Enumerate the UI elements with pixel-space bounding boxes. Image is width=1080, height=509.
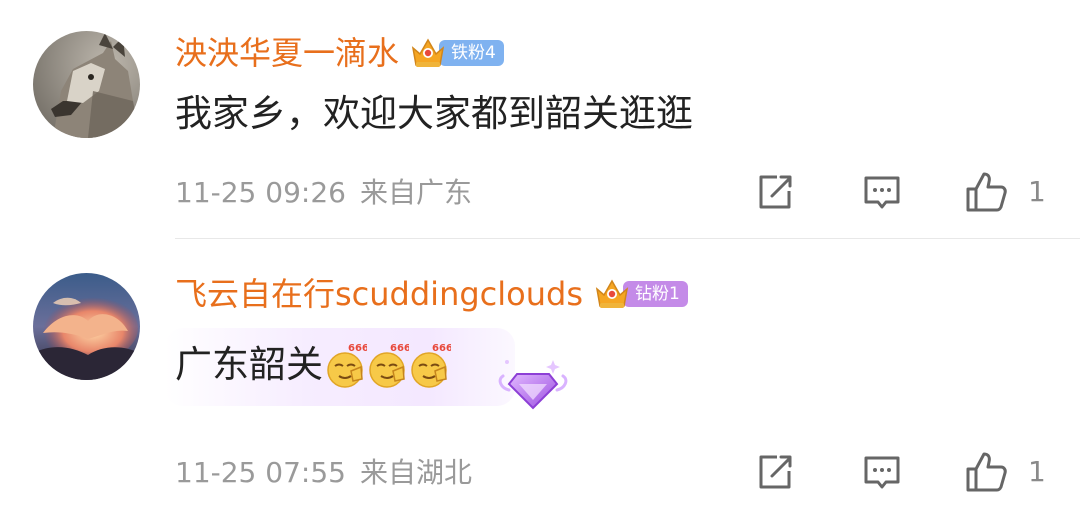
name-row: 飞云自在行scuddingclouds 钻粉1 <box>175 271 688 317</box>
comment-text: 我家乡，欢迎大家都到韶关逛逛 <box>175 92 693 135</box>
like-icon[interactable] <box>964 450 1008 494</box>
emoji-666-text: 666 <box>390 343 409 354</box>
comment-actions: 1 <box>0 450 1080 494</box>
666-emoji-icon: 666 <box>327 343 367 388</box>
name-row: 泱泱华夏一滴水 铁粉4 <box>175 30 504 76</box>
comment-text-bubble: 广东韶关 666 666 666 <box>165 328 515 406</box>
comment-item: 飞云自在行scuddingclouds 钻粉1 广东韶关 666 666 666… <box>0 240 1080 509</box>
username[interactable]: 飞云自在行scuddingclouds <box>175 271 583 317</box>
crown-icon <box>411 38 445 67</box>
purple-diamond-icon <box>498 360 568 410</box>
avatar[interactable] <box>33 273 140 380</box>
reply-icon[interactable] <box>862 452 902 492</box>
666-emoji-icon: 666 <box>369 343 409 388</box>
666-emoji-icon: 666 <box>411 343 451 388</box>
fan-badge[interactable]: 铁粉4 <box>409 37 504 69</box>
like-count: 1 <box>1028 455 1046 488</box>
emoji-666-text: 666 <box>348 343 367 354</box>
like-icon[interactable] <box>964 170 1008 214</box>
crown-icon <box>595 279 629 308</box>
comment-actions: 1 <box>0 170 1080 214</box>
reply-icon[interactable] <box>862 172 902 212</box>
avatar[interactable] <box>33 31 140 138</box>
divider <box>175 238 1080 239</box>
like-count: 1 <box>1028 175 1046 208</box>
share-icon[interactable] <box>755 172 795 212</box>
wolf-avatar-icon <box>33 31 140 138</box>
emoji-group: 666 666 666 <box>325 341 451 389</box>
comment-item: 泱泱华夏一滴水 铁粉4 我家乡，欢迎大家都到韶关逛逛 11-25 09:26 来自… <box>0 0 1080 239</box>
fan-badge-label: 钻粉1 <box>623 281 688 307</box>
emoji-666-text: 666 <box>432 343 451 354</box>
sunset-clouds-avatar-icon <box>33 273 140 380</box>
fan-badge[interactable]: 钻粉1 <box>593 278 688 310</box>
fan-badge-label: 铁粉4 <box>439 40 504 66</box>
username[interactable]: 泱泱华夏一滴水 <box>175 30 399 76</box>
comment-text: 广东韶关 <box>175 342 323 386</box>
share-icon[interactable] <box>755 452 795 492</box>
